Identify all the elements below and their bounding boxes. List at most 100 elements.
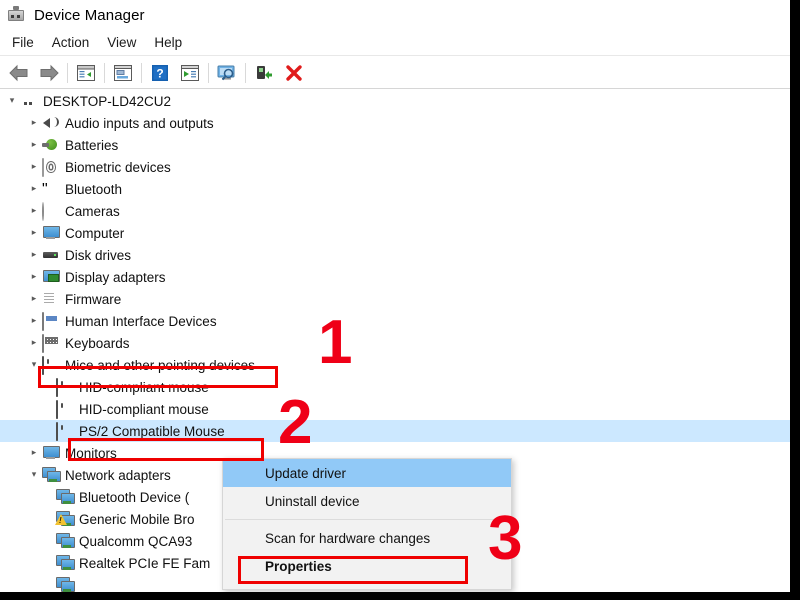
toolbar: ? <box>0 57 790 89</box>
network-icon <box>56 533 73 550</box>
tree-item-label: Monitors <box>65 445 117 461</box>
tree-item-computer[interactable]: ▸ Computer <box>0 222 790 244</box>
help-icon[interactable]: ? <box>145 59 175 87</box>
chevron-right-icon[interactable]: ▸ <box>26 134 42 156</box>
toolbar-separator <box>208 62 209 83</box>
tree-item-audio[interactable]: ▸ Audio inputs and outputs <box>0 112 790 134</box>
mouse-icon <box>56 399 73 419</box>
tree-item-cameras[interactable]: ▸ Cameras <box>0 200 790 222</box>
tree-item-label: Display adapters <box>65 269 166 285</box>
speaker-icon <box>42 115 59 132</box>
title-bar: Device Manager <box>0 0 790 30</box>
disk-icon <box>42 247 59 264</box>
uninstall-device-icon[interactable] <box>279 59 309 87</box>
chevron-right-icon[interactable]: ▸ <box>26 244 42 266</box>
tree-root-row[interactable]: ▾ DESKTOP-LD42CU2 <box>0 90 790 112</box>
chevron-down-icon[interactable]: ▾ <box>4 90 20 112</box>
forward-arrow-icon[interactable] <box>34 59 64 87</box>
tree-item-label: Firmware <box>65 291 122 307</box>
tree-item-label: Qualcomm QCA93 <box>79 533 193 549</box>
context-menu-item-update-driver[interactable]: Update driver <box>223 459 511 487</box>
tree-item-label: Human Interface Devices <box>65 313 217 329</box>
toolbar-separator <box>245 62 246 83</box>
tree-item-label: PS/2 Compatible Mouse <box>79 423 225 439</box>
tree-item-label: DESKTOP-LD42CU2 <box>43 93 172 109</box>
mouse-icon <box>56 421 73 441</box>
tree-item-label: Bluetooth Device ( <box>79 489 190 505</box>
monitor-icon <box>42 225 59 242</box>
show-hide-console-tree-icon[interactable] <box>71 59 101 87</box>
tree-item-label: HID-compliant mouse <box>79 401 209 417</box>
chevron-right-icon[interactable]: ▸ <box>26 442 42 464</box>
context-menu-item-scan-hardware-changes[interactable]: Scan for hardware changes <box>223 524 511 552</box>
tree-item-label: Generic Mobile Bro <box>79 511 195 527</box>
tree-item-hid-mouse-1[interactable]: HID-compliant mouse <box>0 376 790 398</box>
chevron-right-icon[interactable]: ▸ <box>26 200 42 222</box>
toolbar-separator <box>141 62 142 83</box>
camera-icon <box>42 201 59 221</box>
network-icon <box>56 577 73 593</box>
chevron-right-icon[interactable]: ▸ <box>26 288 42 310</box>
tree-item-label: Disk drives <box>65 247 132 263</box>
chevron-right-icon[interactable]: ▸ <box>26 310 42 332</box>
chevron-right-icon[interactable]: ▸ <box>26 332 42 354</box>
firmware-icon <box>42 291 59 308</box>
toolbar-separator <box>104 62 105 83</box>
mouse-icon <box>42 355 59 375</box>
update-driver-icon[interactable] <box>175 59 205 87</box>
tree-item-label: Mice and other pointing devices <box>65 357 255 373</box>
context-menu-separator <box>225 519 509 520</box>
tree-item-hid[interactable]: ▸ Human Interface Devices <box>0 310 790 332</box>
enable-device-icon[interactable] <box>249 59 279 87</box>
tree-item-label: Computer <box>65 225 125 241</box>
tree-item-label: Bluetooth <box>65 181 123 197</box>
tree-item-biometric[interactable]: ▸ Biometric devices <box>0 156 790 178</box>
chevron-down-icon[interactable]: ▾ <box>26 354 42 376</box>
network-icon <box>56 489 73 506</box>
mouse-icon <box>56 377 73 397</box>
device-manager-icon <box>8 6 26 24</box>
context-menu-item-uninstall-device[interactable]: Uninstall device <box>223 487 511 515</box>
properties-icon[interactable] <box>108 59 138 87</box>
display-adapter-icon <box>42 269 59 286</box>
tree-item-hid-mouse-2[interactable]: HID-compliant mouse <box>0 398 790 420</box>
tree-item-keyboards[interactable]: ▸ Keyboards <box>0 332 790 354</box>
network-icon <box>56 555 73 572</box>
tree-item-label: Batteries <box>65 137 119 153</box>
tree-item-label: Realtek PCIe FE Fam <box>79 555 211 571</box>
context-menu[interactable]: Update driver Uninstall device Scan for … <box>222 458 512 590</box>
tree-item-label: Audio inputs and outputs <box>65 115 214 131</box>
back-arrow-icon[interactable] <box>4 59 34 87</box>
tree-item-label: Cameras <box>65 203 120 219</box>
context-menu-item-properties[interactable]: Properties <box>223 552 511 580</box>
biometric-icon <box>42 157 59 177</box>
chevron-right-icon[interactable]: ▸ <box>26 178 42 200</box>
chevron-right-icon[interactable]: ▸ <box>26 156 42 178</box>
tree-item-label: Biometric devices <box>65 159 171 175</box>
keyboard-icon <box>42 333 59 353</box>
chevron-right-icon[interactable]: ▸ <box>26 112 42 134</box>
tree-item-display-adapters[interactable]: ▸ Display adapters <box>0 266 790 288</box>
menu-help[interactable]: Help <box>145 32 191 53</box>
annotation-number-2: 2 <box>278 388 313 457</box>
tree-item-batteries[interactable]: ▸ Batteries <box>0 134 790 156</box>
screenshot-root: Device Manager File Action View Help ? ▾… <box>0 0 800 600</box>
menu-action[interactable]: Action <box>43 32 99 53</box>
tree-item-ps2-compatible-mouse[interactable]: PS/2 Compatible Mouse <box>0 420 790 442</box>
chevron-right-icon[interactable]: ▸ <box>26 266 42 288</box>
svg-text:?: ? <box>156 66 163 80</box>
tree-item-bluetooth[interactable]: ▸ Bluetooth <box>0 178 790 200</box>
menu-file[interactable]: File <box>3 32 43 53</box>
annotation-number-1: 1 <box>318 308 353 377</box>
scan-hardware-changes-icon[interactable] <box>212 59 242 87</box>
computer-root-icon <box>20 93 37 110</box>
menu-view[interactable]: View <box>98 32 145 53</box>
chevron-down-icon[interactable]: ▾ <box>26 464 42 486</box>
tree-item-label: HID-compliant mouse <box>79 379 209 395</box>
tree-item-firmware[interactable]: ▸ Firmware <box>0 288 790 310</box>
tree-item-disk-drives[interactable]: ▸ Disk drives <box>0 244 790 266</box>
chevron-right-icon[interactable]: ▸ <box>26 222 42 244</box>
tree-item-mice[interactable]: ▾ Mice and other pointing devices <box>0 354 790 376</box>
hid-icon <box>42 311 59 331</box>
tree-item-label: Keyboards <box>65 335 130 351</box>
